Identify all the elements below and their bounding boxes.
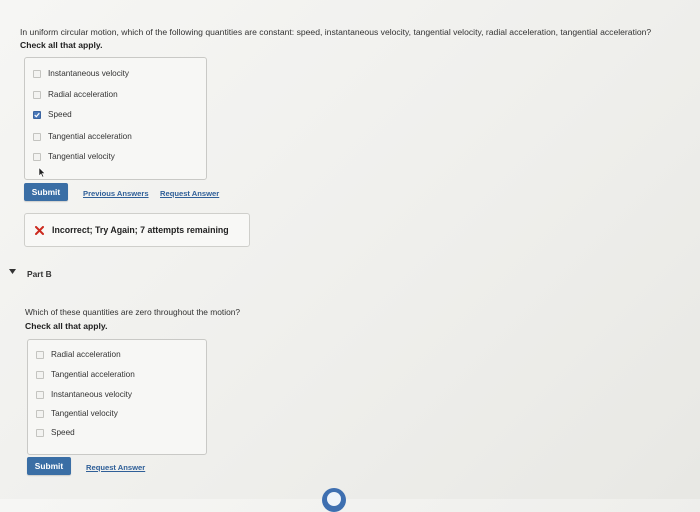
checkmark-icon [34, 112, 40, 117]
choice-radial-acceleration[interactable]: Radial acceleration [36, 350, 121, 359]
choice-label: Radial acceleration [51, 350, 121, 359]
part-b-request-answer-link[interactable]: Request Answer [86, 463, 145, 472]
checkbox[interactable] [36, 409, 44, 418]
choice-label: Tangential velocity [51, 409, 118, 418]
part-a-instruction: Check all that apply. [20, 40, 103, 50]
mouse-cursor-icon [38, 167, 46, 178]
help-badge-icon[interactable] [322, 488, 346, 512]
x-icon [35, 225, 44, 235]
choice-speed[interactable]: Speed [33, 110, 72, 119]
choice-label: Instantaneous velocity [51, 390, 133, 399]
choice-label: Speed [51, 428, 75, 437]
collapse-caret-icon[interactable] [9, 269, 16, 274]
checkbox-checked[interactable] [33, 110, 41, 119]
part-b-choice-list: Radial acceleration Tangential accelerat… [27, 339, 207, 455]
choice-label: Speed [48, 110, 72, 119]
choice-tangential-velocity[interactable]: Tangential velocity [33, 152, 115, 161]
checkbox[interactable] [33, 90, 41, 99]
feedback-message: Incorrect; Try Again; 7 attempts remaini… [52, 225, 229, 235]
feedback-box: Incorrect; Try Again; 7 attempts remaini… [24, 213, 250, 247]
checkbox[interactable] [33, 69, 41, 78]
part-b-title[interactable]: Part B [27, 269, 52, 279]
previous-answers-link[interactable]: Previous Answers [83, 189, 149, 198]
choice-radial-acceleration[interactable]: Radial acceleration [33, 90, 118, 99]
choice-tangential-acceleration[interactable]: Tangential acceleration [36, 370, 135, 379]
choice-label: Tangential acceleration [51, 370, 135, 379]
choice-label: Tangential acceleration [48, 132, 132, 141]
checkbox[interactable] [36, 428, 44, 437]
part-a-request-answer-link[interactable]: Request Answer [160, 189, 219, 198]
part-a-question: In uniform circular motion, which of the… [20, 27, 652, 37]
part-a-choice-list: Instantaneous velocity Radial accelerati… [24, 57, 207, 180]
choice-label: Radial acceleration [48, 90, 118, 99]
part-b-submit-button[interactable]: Submit [27, 457, 71, 475]
checkbox[interactable] [33, 132, 41, 141]
choice-instantaneous-velocity[interactable]: Instantaneous velocity [33, 69, 129, 78]
choice-label: Instantaneous velocity [48, 69, 130, 78]
part-b-instruction: Check all that apply. [25, 321, 108, 331]
choice-label: Tangential velocity [48, 152, 115, 161]
choice-tangential-acceleration[interactable]: Tangential acceleration [33, 132, 132, 141]
part-a-submit-button[interactable]: Submit [24, 183, 68, 201]
checkbox[interactable] [36, 390, 44, 399]
choice-instantaneous-velocity[interactable]: Instantaneous velocity [36, 390, 132, 399]
help-badge-inner [327, 492, 341, 506]
checkbox[interactable] [36, 370, 44, 379]
choice-tangential-velocity[interactable]: Tangential velocity [36, 409, 118, 418]
checkbox[interactable] [36, 350, 44, 359]
checkbox[interactable] [33, 152, 41, 161]
choice-speed[interactable]: Speed [36, 428, 75, 437]
part-b-question: Which of these quantities are zero throu… [25, 307, 241, 317]
